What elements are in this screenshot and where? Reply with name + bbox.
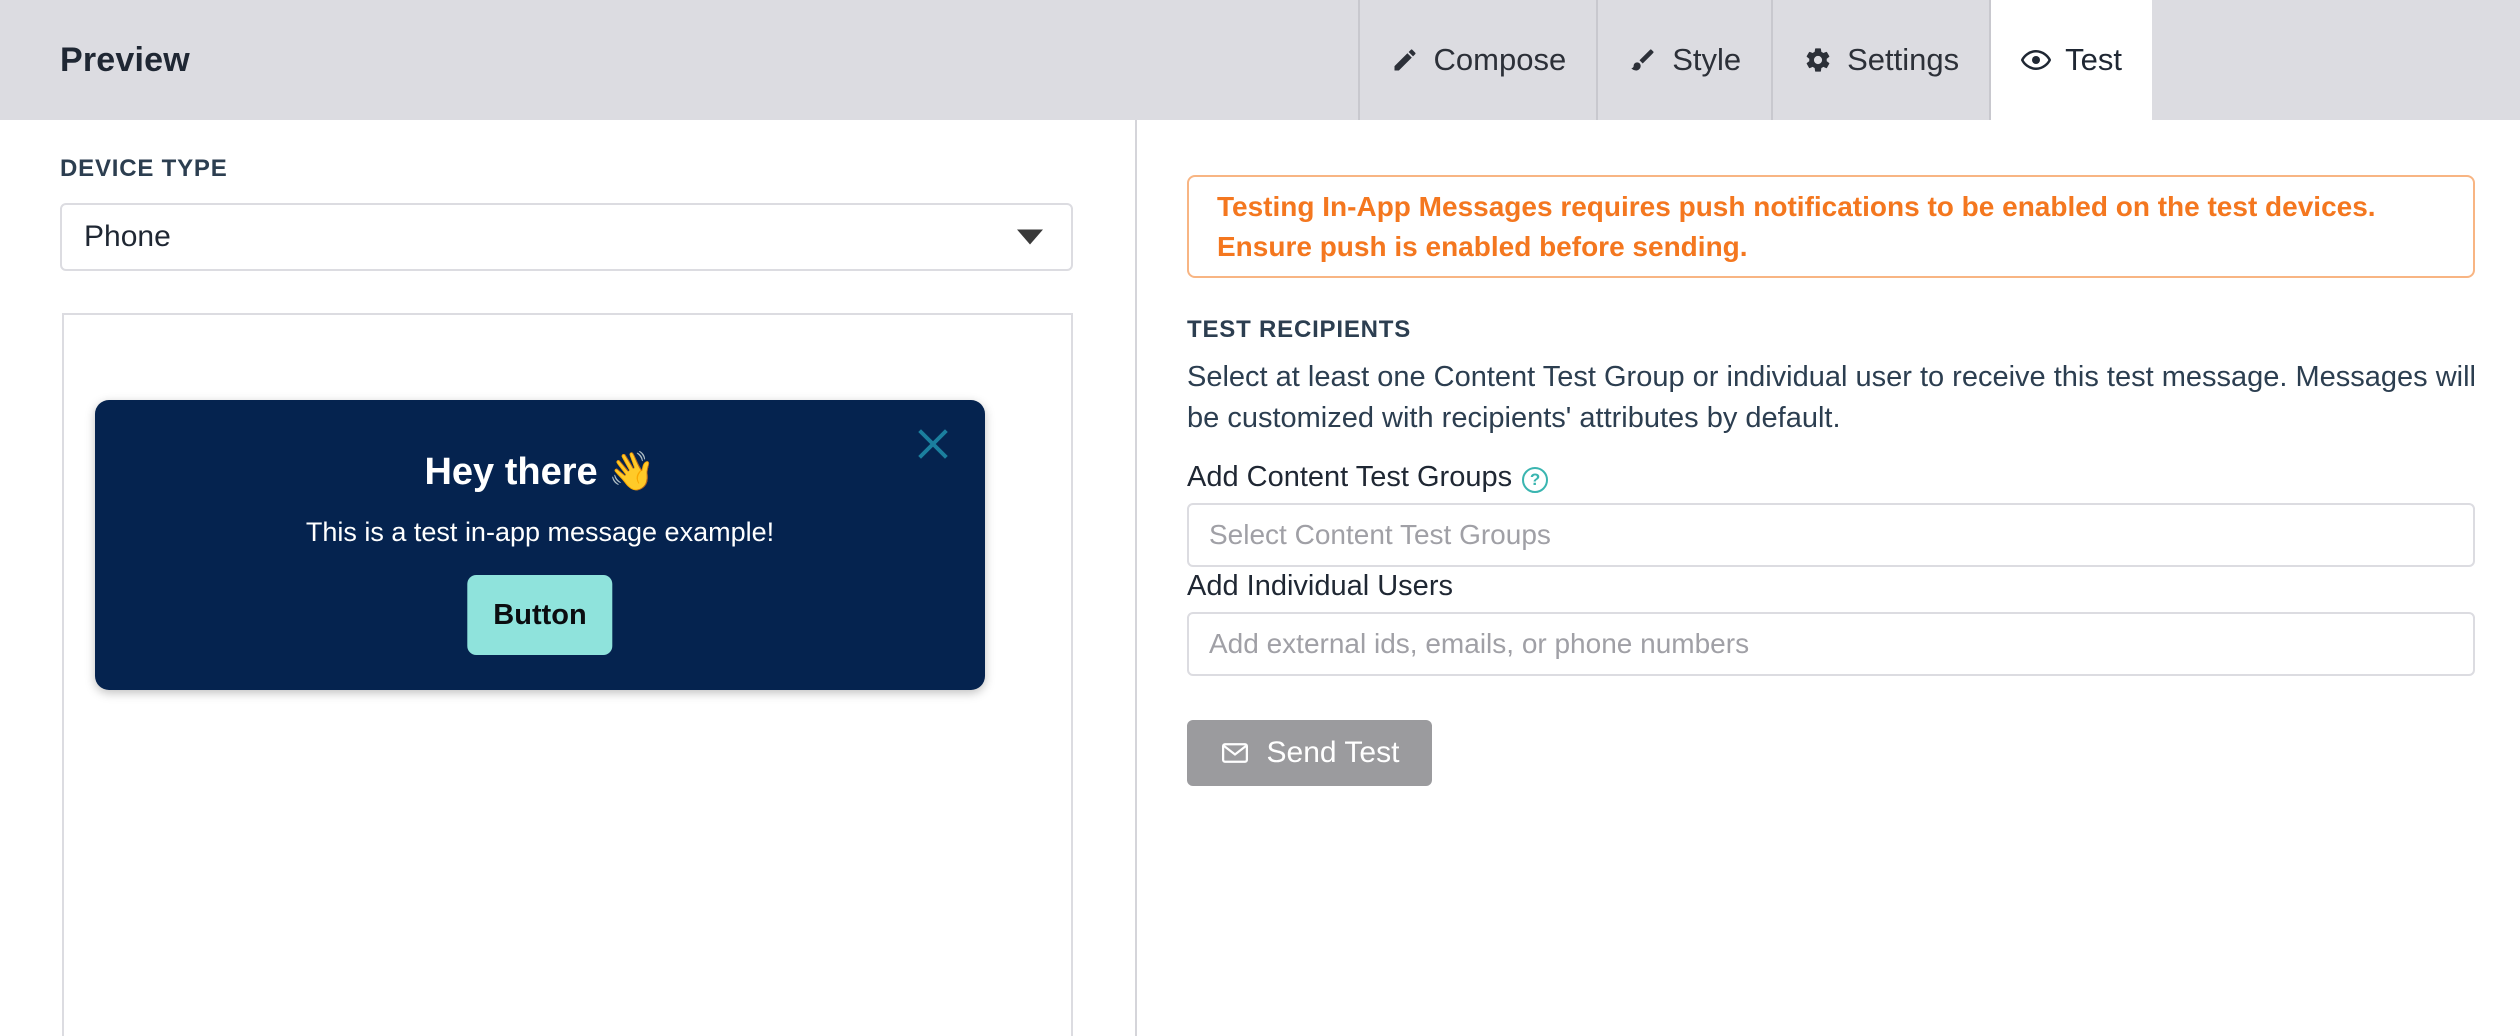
- tab-compose[interactable]: Compose: [1357, 0, 1597, 120]
- brush-icon: [1628, 45, 1658, 75]
- mail-icon: [1220, 738, 1250, 768]
- tab-settings-label: Settings: [1847, 42, 1960, 77]
- tab-compose-label: Compose: [1433, 42, 1567, 77]
- eye-icon: [2021, 45, 2052, 75]
- tab-bar: Compose Style Settings Test: [1357, 0, 2152, 120]
- push-warning-banner: Testing In-App Messages requires push no…: [1187, 175, 2475, 278]
- device-type-label: DEVICE TYPE: [60, 155, 228, 182]
- test-panel: Testing In-App Messages requires push no…: [1137, 120, 2520, 1036]
- in-app-message-card: Hey there 👋 This is a test in-app messag…: [95, 400, 985, 690]
- tab-style-label: Style: [1672, 42, 1742, 77]
- test-recipients-description: Select at least one Content Test Group o…: [1187, 361, 2476, 435]
- chevron-down-icon: [1017, 229, 1043, 245]
- app-root: Preview Compose Style Settings Test DEVI…: [0, 0, 2520, 1036]
- page-title: Preview: [60, 40, 190, 79]
- tab-test-label: Test: [2065, 42, 2122, 77]
- device-type-select[interactable]: Phone: [60, 203, 1073, 271]
- message-body: This is a test in-app message example!: [305, 517, 775, 547]
- individual-users-input[interactable]: Add external ids, emails, or phone numbe…: [1187, 612, 2475, 676]
- tab-test[interactable]: Test: [1989, 0, 2152, 120]
- message-headline: Hey there 👋: [424, 451, 656, 493]
- gear-icon: [1803, 45, 1833, 75]
- tab-style[interactable]: Style: [1596, 0, 1771, 120]
- top-bar: Preview Compose Style Settings Test: [0, 0, 2520, 120]
- content-test-groups-label: Add Content Test Groups ?: [1187, 461, 1549, 494]
- push-warning-text: Testing In-App Messages requires push no…: [1217, 190, 2376, 262]
- tab-settings[interactable]: Settings: [1771, 0, 1989, 120]
- device-type-value: Phone: [84, 220, 171, 253]
- content-test-groups-label-text: Add Content Test Groups: [1187, 461, 1513, 493]
- individual-users-label-text: Add Individual Users: [1187, 570, 1453, 602]
- help-circle-icon[interactable]: ?: [1522, 466, 1549, 493]
- pencil-icon: [1390, 45, 1420, 75]
- send-test-button[interactable]: Send Test: [1187, 720, 1432, 786]
- preview-panel: DEVICE TYPE Phone Hey there 👋 This is a …: [0, 120, 1135, 1036]
- test-recipients-label: TEST RECIPIENTS: [1187, 316, 1412, 343]
- send-test-button-label: Send Test: [1266, 736, 1400, 769]
- preview-stage: Hey there 👋 This is a test in-app messag…: [62, 313, 1073, 1036]
- message-cta-button[interactable]: Button: [467, 575, 613, 655]
- individual-users-label: Add Individual Users: [1187, 570, 1453, 603]
- content-test-groups-input[interactable]: Select Content Test Groups: [1187, 503, 2475, 567]
